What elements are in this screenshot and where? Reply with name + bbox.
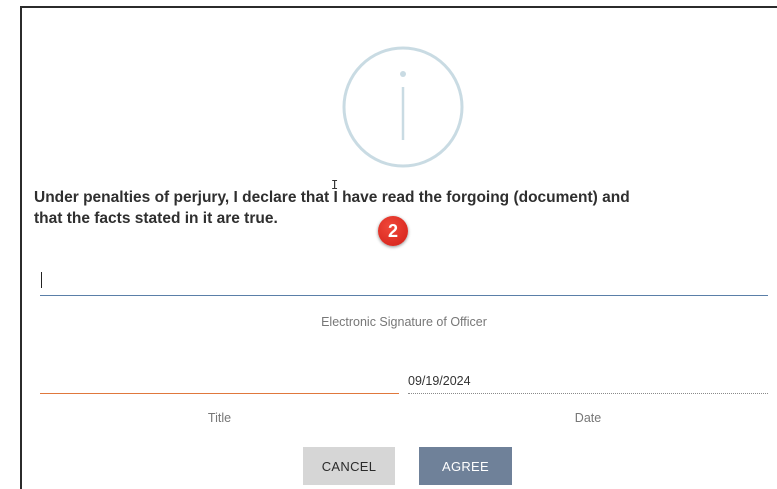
agree-button[interactable]: AGREE bbox=[419, 447, 512, 485]
title-label: Title bbox=[207, 411, 232, 425]
title-input[interactable] bbox=[40, 368, 399, 394]
text-cursor-icon: Ι bbox=[331, 178, 339, 192]
cancel-button[interactable]: CANCEL bbox=[303, 447, 395, 485]
signature-input[interactable] bbox=[40, 264, 768, 296]
statement-line-1: Under penalties of perjury, I declare th… bbox=[34, 189, 630, 206]
input-caret bbox=[41, 272, 42, 288]
date-input[interactable] bbox=[408, 368, 768, 394]
signature-label: Electronic Signature of Officer bbox=[321, 315, 487, 329]
date-label: Date bbox=[574, 411, 602, 425]
info-icon bbox=[342, 46, 464, 168]
step-badge: 2 bbox=[378, 216, 408, 246]
